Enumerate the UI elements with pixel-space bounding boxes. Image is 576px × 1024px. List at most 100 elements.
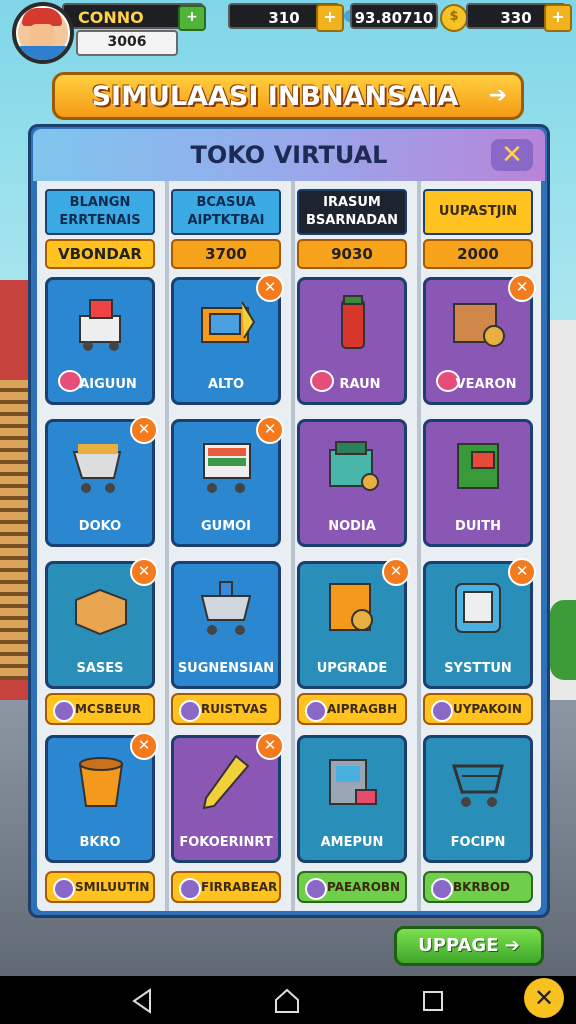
item-card[interactable]: FOCIPN xyxy=(423,735,533,863)
item-card[interactable]: ✕ ALTO xyxy=(171,274,284,405)
trolley-icon xyxy=(200,581,252,635)
column-divider xyxy=(417,181,421,911)
item-action-pill[interactable]: SMILUUTIN xyxy=(45,871,155,903)
item-label: AMEPUN xyxy=(320,835,384,850)
category-header[interactable]: BCASUA AIPTKTBAI xyxy=(171,189,281,235)
resource1-plus-button[interactable]: + xyxy=(316,4,344,32)
item-label: ALTO xyxy=(207,377,245,392)
panel-title: TOKO VIRTUAL xyxy=(190,141,388,169)
pill-icon xyxy=(431,700,453,722)
phone-device-icon xyxy=(455,583,501,633)
close-app-button[interactable]: ✕ xyxy=(524,978,564,1018)
cart-icon xyxy=(451,764,504,807)
item-label: SYSTTUN xyxy=(444,661,512,676)
close-icon[interactable]: ✕ xyxy=(130,416,158,444)
item-action-pill[interactable]: UYPAKOIN xyxy=(423,693,533,725)
close-icon[interactable]: ✕ xyxy=(256,416,284,444)
category-header[interactable]: UUPASTJIN xyxy=(423,189,533,235)
vending-machine-icon xyxy=(457,443,499,489)
item-label: UPGRADE xyxy=(316,661,388,676)
pill-label: PAEAROBN xyxy=(327,880,401,894)
pill-icon xyxy=(179,700,201,722)
item-card[interactable]: ✕ VEARON xyxy=(423,274,536,405)
package-icon xyxy=(453,303,505,347)
name-plus-button[interactable]: + xyxy=(178,5,206,31)
item-label: FOKOERINRT xyxy=(179,835,273,850)
item-label: GUMOI xyxy=(200,519,252,534)
item-action-pill[interactable]: RUISTVAS xyxy=(171,693,281,725)
pill-icon xyxy=(179,878,201,900)
marker-icon xyxy=(202,754,250,810)
home-icon[interactable] xyxy=(272,986,302,1016)
bush xyxy=(550,600,576,680)
player-score: 3006 xyxy=(76,30,178,56)
shelf-left xyxy=(0,380,30,680)
close-icon[interactable]: ✕ xyxy=(256,732,284,760)
item-action-pill[interactable]: MCSBEUR xyxy=(45,693,155,725)
coin-icon: $ xyxy=(440,4,468,32)
item-label: RAUN xyxy=(339,377,381,392)
column-divider xyxy=(165,181,169,911)
pill-label: MCSBEUR xyxy=(75,702,141,716)
pill-icon xyxy=(53,878,75,900)
close-icon[interactable]: ✕ xyxy=(130,732,158,760)
column-divider xyxy=(291,181,295,911)
upgrade-label: UPPAGE xyxy=(418,935,499,956)
item-card[interactable]: NODIA xyxy=(297,419,407,547)
resource2-value: 93.80710 xyxy=(350,3,438,29)
box-icon xyxy=(75,588,127,636)
bucket-icon xyxy=(78,757,124,807)
item-card[interactable]: SUGNENSIAN xyxy=(171,561,281,689)
pill-label: SMILUUTIN xyxy=(75,880,150,894)
pill-label: UYPAKOIN xyxy=(453,702,522,716)
pill-icon xyxy=(305,700,327,722)
close-icon[interactable]: ✕ xyxy=(508,274,536,302)
item-card[interactable]: ✕ FOKOERINRT xyxy=(171,732,284,863)
category-header[interactable]: IRASUM BSARNADAN xyxy=(297,189,407,235)
back-icon[interactable] xyxy=(128,986,158,1016)
safe-icon xyxy=(329,583,373,631)
shop-panel: TOKO VIRTUAL ✕ BLANGN ERRTENAIS BCASUA A… xyxy=(28,124,550,918)
system-nav-bar xyxy=(0,976,576,1024)
close-icon[interactable]: ✕ xyxy=(256,274,284,302)
player-avatar[interactable] xyxy=(12,2,74,64)
panel-header: TOKO VIRTUAL ✕ xyxy=(33,129,545,181)
pill-icon xyxy=(431,878,453,900)
item-card[interactable]: ✕ UPGRADE xyxy=(297,558,410,689)
category-price: VBONDAR xyxy=(45,239,155,269)
pill-icon xyxy=(305,878,327,900)
item-action-pill[interactable]: BKRBOD xyxy=(423,871,533,903)
resource3-plus-button[interactable]: + xyxy=(544,4,572,32)
item-card[interactable]: ✕ GUMOI xyxy=(171,416,284,547)
item-card[interactable]: ✕ BKRO xyxy=(45,732,158,863)
item-label: AIGUUN xyxy=(79,377,137,392)
pill-label: FIRRABEAR xyxy=(201,880,278,894)
item-card[interactable]: ✕ SYSTTUN xyxy=(423,558,536,689)
item-card[interactable]: AMEPUN xyxy=(297,735,407,863)
item-label: SUGNENSIAN xyxy=(177,661,275,676)
item-action-pill[interactable]: PAEAROBN xyxy=(297,871,407,903)
item-card[interactable]: DUITH xyxy=(423,419,533,547)
category-header[interactable]: BLANGN ERRTENAIS xyxy=(45,189,155,235)
recent-apps-icon[interactable] xyxy=(418,986,448,1016)
close-icon[interactable]: ✕ xyxy=(382,558,410,586)
cart-display-icon xyxy=(203,443,251,493)
item-card[interactable]: ✕ DOKO xyxy=(45,416,158,547)
item-card[interactable]: RAUN xyxy=(297,277,407,405)
item-action-pill[interactable]: AIPRAGBH xyxy=(297,693,407,725)
item-card[interactable]: AIGUUN xyxy=(45,277,155,405)
shopping-cart-icon xyxy=(72,444,122,493)
item-card[interactable]: ✕ SASES xyxy=(45,558,158,689)
close-button[interactable]: ✕ xyxy=(491,139,533,171)
close-icon[interactable]: ✕ xyxy=(508,558,536,586)
banner-title: SIMULAASI INBNANSAIA xyxy=(91,81,459,112)
title-banner[interactable]: SIMULAASI INBNANSAIA ➔ xyxy=(52,72,524,120)
atm-icon xyxy=(329,759,377,805)
close-icon[interactable]: ✕ xyxy=(130,558,158,586)
arrow-right-icon: ➔ xyxy=(488,83,508,108)
item-label: NODIA xyxy=(328,519,376,534)
upgrade-button[interactable]: UPPAGE ➔ xyxy=(394,926,544,966)
item-action-pill[interactable]: FIRRABEAR xyxy=(171,871,281,903)
item-label: SASES xyxy=(76,661,124,676)
item-label: VEARON xyxy=(455,377,517,392)
